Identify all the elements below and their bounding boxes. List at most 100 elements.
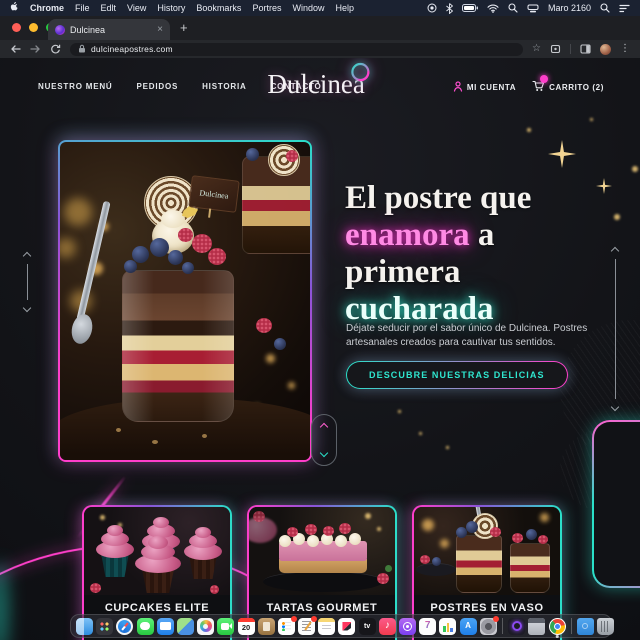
spoon-bowl	[68, 312, 96, 346]
gold-dot	[632, 166, 638, 172]
extensions-icon[interactable]	[550, 44, 561, 54]
menu-item-chrome[interactable]: Chrome	[30, 3, 64, 13]
appletv-icon[interactable]: tv	[358, 617, 376, 635]
globe-app-icon[interactable]	[508, 617, 526, 635]
window-close-button[interactable]	[12, 23, 21, 32]
browser-menu-icon[interactable]: ⋮	[620, 44, 630, 54]
reload-icon[interactable]	[50, 44, 61, 55]
url-text: dulcineapostres.com	[91, 44, 173, 54]
window-minimize-button[interactable]	[29, 23, 38, 32]
nav-link-historia[interactable]: HISTORIA	[202, 82, 246, 91]
numbers-icon[interactable]	[439, 617, 457, 635]
search-icon[interactable]	[600, 3, 610, 13]
facetime-icon[interactable]	[217, 617, 235, 635]
cta-button[interactable]: DESCUBRE NUESTRAS DELICIAS	[346, 361, 568, 389]
browser-tab[interactable]: Dulcinea ×	[48, 19, 170, 40]
screen: Chrome File Edlt View History Bookmarks …	[0, 0, 640, 640]
macos-dock: 20 tv ♪ 7 A	[70, 614, 615, 638]
mail-icon[interactable]	[156, 617, 174, 635]
hero-title-accent-pink: enamora	[345, 217, 470, 253]
podcasts-icon[interactable]	[399, 617, 416, 635]
sparkle-star	[548, 140, 576, 168]
battery-icon[interactable]	[461, 4, 478, 12]
cart-icon	[532, 75, 549, 94]
contacts-icon[interactable]	[257, 617, 275, 635]
postres-photo	[414, 507, 560, 595]
site-logo[interactable]: Dulcinea	[267, 62, 370, 100]
gold-dot	[419, 432, 422, 435]
reminders-icon[interactable]	[277, 615, 297, 635]
menu-item-view[interactable]: View	[127, 3, 146, 13]
downloads-folder-icon[interactable]	[576, 617, 594, 635]
menu-item-history[interactable]: History	[157, 3, 185, 13]
gold-dot	[398, 410, 401, 413]
address-bar[interactable]: dulcineapostres.com	[70, 42, 524, 56]
new-tab-button[interactable]: +	[180, 20, 188, 35]
right-scroll-indicator[interactable]	[610, 246, 620, 412]
appstore-icon[interactable]: A	[459, 617, 477, 635]
chevron-up-icon[interactable]	[319, 422, 329, 432]
gold-dot	[527, 128, 531, 132]
trash-icon[interactable]	[597, 617, 615, 635]
profile-avatar[interactable]	[600, 43, 611, 55]
menu-item-edit[interactable]: Edlt	[101, 3, 117, 13]
launchpad-icon[interactable]	[96, 617, 114, 635]
menu-item-window[interactable]: Window	[292, 3, 324, 13]
browser-toolbar: dulcineapostres.com ☆ ⋮	[0, 40, 640, 58]
minimized-window-thumbnail[interactable]	[528, 617, 546, 635]
menu-item-bookmarks[interactable]: Bookmarks	[196, 3, 241, 13]
logo-swirl-icon	[349, 60, 373, 91]
left-scroll-indicator[interactable]	[22, 251, 32, 313]
tartas-photo	[249, 507, 395, 595]
calendar-icon[interactable]: 20	[237, 617, 255, 635]
settings-icon[interactable]	[479, 615, 499, 635]
hero-subtitle: Déjate seducir por el sabor único de Dul…	[346, 323, 588, 348]
chevron-down-icon[interactable]	[610, 402, 620, 412]
tab-favicon	[55, 24, 65, 35]
account-button[interactable]: MI CUENTA	[453, 80, 516, 94]
back-icon[interactable]	[10, 44, 21, 54]
chevron-down-icon[interactable]	[22, 303, 32, 313]
page-content: NUESTRO MENÚ PEDIDOS HISTORIA CONTACTO D…	[0, 58, 640, 640]
browser-tab-strip: Dulcinea × +	[0, 16, 640, 40]
shortcuts-icon[interactable]: 7	[419, 617, 437, 635]
menu-item-help[interactable]: Help	[335, 3, 354, 13]
display-icon[interactable]	[527, 4, 539, 13]
side-panel-icon[interactable]	[580, 44, 591, 54]
neon-panel-decoration	[592, 420, 640, 588]
finder-icon[interactable]	[76, 617, 93, 635]
chevron-down-icon[interactable]	[319, 448, 329, 458]
wifi-icon[interactable]	[487, 4, 499, 13]
textedit-icon[interactable]	[298, 615, 318, 635]
nav-link-pedidos[interactable]: PEDIDOS	[137, 82, 179, 91]
music-icon[interactable]: ♪	[378, 617, 396, 635]
nav-link-menu[interactable]: NUESTRO MENÚ	[38, 82, 113, 91]
plaque-label: Dulcinea	[199, 187, 229, 201]
news-icon[interactable]	[338, 617, 356, 635]
screen-record-icon[interactable]	[427, 3, 437, 13]
cart-button[interactable]: CARRITO (2)	[532, 75, 604, 94]
cart-badge	[540, 75, 549, 83]
chevron-up-icon[interactable]	[22, 251, 32, 261]
carousel-pill-control[interactable]	[311, 414, 337, 466]
messages-icon[interactable]	[136, 617, 154, 635]
apple-menu-icon[interactable]	[10, 1, 19, 15]
tab-close-icon[interactable]: ×	[157, 24, 163, 35]
control-center-icon[interactable]	[619, 4, 630, 13]
forward-icon[interactable]	[30, 44, 41, 54]
notes-icon[interactable]	[318, 617, 336, 635]
chrome-icon[interactable]	[548, 617, 566, 638]
bookmark-star-icon[interactable]: ☆	[532, 44, 541, 54]
hero-title: El postre que enamora a primera cucharad…	[345, 180, 532, 327]
macos-menu-bar: Chrome File Edlt View History Bookmarks …	[0, 0, 640, 16]
photos-icon[interactable]	[197, 617, 215, 635]
spotlight-icon[interactable]	[508, 3, 518, 13]
site-navigation: NUESTRO MENÚ PEDIDOS HISTORIA CONTACTO D…	[0, 58, 640, 116]
bluetooth-icon[interactable]	[446, 2, 453, 14]
menu-item-profiles[interactable]: Portres	[252, 3, 281, 13]
safari-icon[interactable]	[116, 617, 134, 635]
gold-dot	[446, 446, 449, 449]
chevron-up-icon[interactable]	[610, 246, 620, 256]
maps-icon[interactable]	[176, 617, 194, 635]
menu-item-file[interactable]: File	[75, 3, 90, 13]
